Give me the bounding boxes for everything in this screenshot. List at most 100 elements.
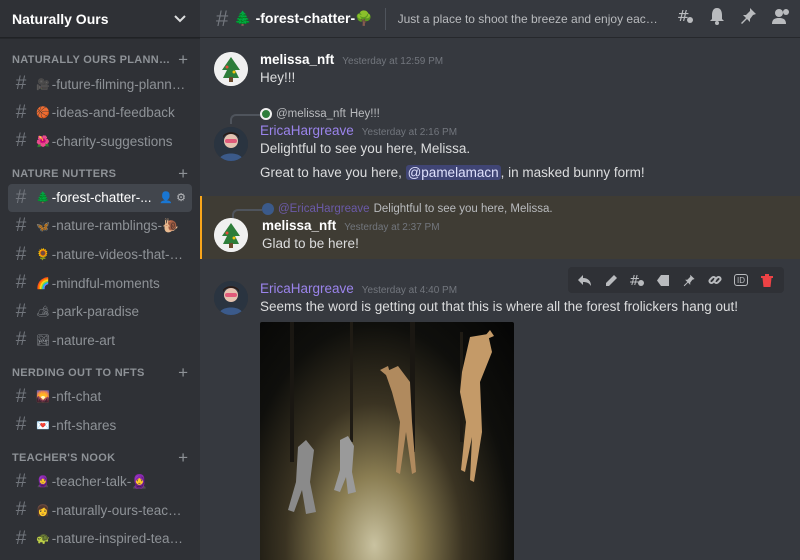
- hash-icon: #: [15, 414, 27, 436]
- category-label: NERDING OUT TO NFTS: [12, 366, 145, 379]
- gear-icon[interactable]: ⚙: [176, 192, 186, 204]
- channel-name: -nature-art: [51, 332, 115, 348]
- channel-item[interactable]: # 🌄 -nft-chat: [8, 383, 192, 412]
- image-attachment[interactable]: [260, 322, 514, 560]
- invite-icon[interactable]: 👤: [159, 192, 173, 204]
- channel-name: -charity-suggestions: [51, 133, 173, 149]
- text-segment: Great to have you here,: [260, 165, 406, 180]
- reply-spine: [230, 114, 260, 124]
- pin-icon[interactable]: [676, 269, 702, 291]
- channel-emoji: 🌻: [36, 249, 50, 262]
- channel-emoji: 🌲: [36, 192, 50, 205]
- server-name: Naturally Ours: [12, 10, 109, 27]
- message-text: Seems the word is getting out that this …: [260, 299, 738, 314]
- hash-icon: #: [15, 130, 27, 152]
- reply-text: Hey!!!: [349, 108, 380, 120]
- pin-icon[interactable]: [740, 7, 758, 30]
- channel-list: NATURALLY OURS PLANNING ... + # 🎥-future-…: [0, 38, 200, 553]
- username[interactable]: melissa_nft: [260, 52, 334, 67]
- user-mention[interactable]: @pamelamacn: [405, 165, 501, 180]
- hash-icon: #: [15, 470, 27, 492]
- channel-item[interactable]: # 🏀 -ideas-and-feedback: [8, 99, 192, 128]
- message-text: Delightful to see you here, Melissa.: [260, 141, 471, 156]
- divider: [384, 7, 386, 30]
- channel-emoji: 🏀: [36, 107, 50, 120]
- channel-name: -future-filming-planning: [51, 76, 186, 92]
- reply-spine: [232, 209, 262, 219]
- category-header[interactable]: TEACHER'S NOOK +: [0, 446, 200, 468]
- category-header[interactable]: NATURE NUTTERS +: [0, 162, 200, 184]
- add-channel-icon[interactable]: +: [178, 51, 188, 68]
- message-list: melissa_nft Yesterday at 12:59 PM Hey!!!…: [200, 38, 800, 560]
- add-channel-icon[interactable]: +: [178, 364, 188, 381]
- timestamp: Yesterday at 12:59 PM: [342, 56, 444, 67]
- channel-name: -teacher-talk-🧕: [51, 473, 149, 489]
- hash-icon: #: [15, 215, 27, 237]
- svg-text:#: #: [677, 7, 690, 25]
- channel-name: -nature-inspired-teac...: [51, 531, 186, 547]
- channel-name: -nature-videos-that-y...: [51, 247, 186, 263]
- channel-item[interactable]: # 🦋 -nature-ramblings-🐌: [8, 212, 192, 241]
- link-icon[interactable]: [702, 269, 728, 291]
- avatar[interactable]: [214, 127, 248, 161]
- text-segment: , in masked bunny form!: [500, 165, 645, 180]
- timestamp: Yesterday at 4:40 PM: [361, 285, 458, 296]
- channel-item[interactable]: # 🌻 -nature-videos-that-y...: [8, 241, 192, 270]
- message[interactable]: # ID EricaHargreave Yesterday at 4:40 PM…: [200, 267, 800, 560]
- channel-emoji: 👩: [36, 504, 50, 517]
- channel-name: -naturally-ours-teachi...: [51, 502, 186, 518]
- channel-item[interactable]: # 👩 -naturally-ours-teachi...: [8, 496, 192, 525]
- channel-item[interactable]: # 🏞 -nature-art: [8, 326, 192, 355]
- channel-item[interactable]: # 🌺 -charity-suggestions: [8, 127, 192, 156]
- bell-icon[interactable]: [708, 7, 726, 30]
- category-header[interactable]: NATURALLY OURS PLANNING ... +: [0, 48, 200, 70]
- message-text: Great to have you here, @pamelamacn, in …: [260, 164, 784, 182]
- avatar[interactable]: [214, 218, 248, 252]
- channel-emoji: 🧕: [36, 476, 50, 489]
- add-channel-icon[interactable]: +: [178, 165, 188, 182]
- username[interactable]: EricaHargreave: [260, 123, 354, 138]
- add-channel-icon[interactable]: +: [178, 449, 188, 466]
- channel-name: -nft-shares: [51, 417, 117, 433]
- channel-emoji: 🌈: [36, 277, 50, 290]
- channel-item[interactable]: # 🧕 -teacher-talk-🧕: [8, 468, 192, 497]
- channel-title: 🌲 -forest-chatter-🌳: [234, 10, 373, 26]
- channel-item[interactable]: # 💌 -nft-shares: [8, 411, 192, 440]
- channel-item[interactable]: # 🏕 -park-paradise: [8, 298, 192, 327]
- reply-avatar: [262, 203, 274, 215]
- create-thread-icon[interactable]: #: [624, 269, 650, 291]
- copy-id-icon[interactable]: ID: [734, 274, 748, 286]
- message[interactable]: melissa_nft Yesterday at 12:59 PM Hey!!!: [200, 38, 800, 91]
- category-header[interactable]: NERDING OUT TO NFTS +: [0, 361, 200, 383]
- message-highlighted[interactable]: @EricaHargreave Delightful to see you he…: [200, 196, 800, 259]
- chevron-down-icon[interactable]: [174, 12, 186, 26]
- message[interactable]: @melissa_nft Hey!!! EricaHargreave Yeste…: [200, 101, 800, 186]
- mark-unread-icon[interactable]: [650, 269, 676, 291]
- timestamp: Yesterday at 2:37 PM: [344, 222, 440, 233]
- channel-emoji: 🐢: [36, 533, 50, 546]
- reply-author[interactable]: @EricaHargreave: [278, 203, 370, 215]
- reply-icon[interactable]: [572, 269, 598, 291]
- channel-emoji: 🏞: [36, 334, 50, 347]
- channel-item[interactable]: # 🎥 -future-filming-planning: [8, 70, 192, 99]
- channel-emoji: 💌: [36, 419, 50, 432]
- username[interactable]: EricaHargreave: [260, 281, 354, 296]
- channel-name: -park-paradise: [51, 304, 140, 320]
- delete-icon[interactable]: [754, 269, 780, 291]
- avatar[interactable]: [214, 281, 248, 315]
- reply-preview[interactable]: @EricaHargreave Delightful to see you he…: [232, 200, 784, 219]
- reply-author[interactable]: @melissa_nft: [276, 108, 346, 120]
- reply-preview[interactable]: @melissa_nft Hey!!!: [230, 105, 784, 124]
- edit-icon[interactable]: [598, 269, 624, 291]
- members-icon[interactable]: [772, 7, 790, 30]
- server-header[interactable]: Naturally Ours: [0, 0, 200, 38]
- channel-item[interactable]: # 🐢 -nature-inspired-teac...: [8, 525, 192, 554]
- avatar[interactable]: [214, 52, 248, 86]
- threads-icon[interactable]: #: [676, 7, 694, 30]
- channel-item[interactable]: # 🌈 -mindful-moments: [8, 269, 192, 298]
- channel-name: -mindful-moments: [51, 275, 160, 291]
- username[interactable]: melissa_nft: [262, 218, 336, 233]
- channel-item-active[interactable]: # 🌲 -forest-chatter-... 👤 ⚙: [8, 183, 192, 212]
- channel-topic[interactable]: Just a place to shoot the breeze and enj…: [398, 12, 664, 26]
- hash-icon: #: [15, 243, 27, 265]
